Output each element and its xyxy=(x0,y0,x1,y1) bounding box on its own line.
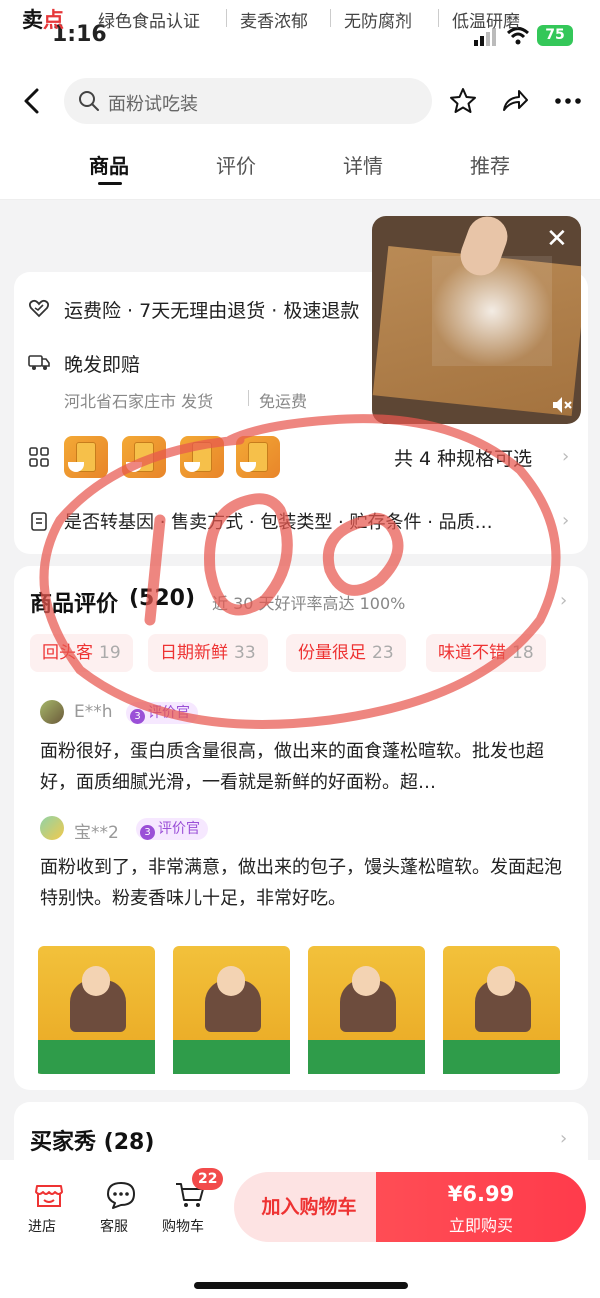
battery-indicator: 75 xyxy=(537,25,573,46)
clipboard-icon xyxy=(31,512,47,531)
reviews-count[interactable]: (520) xyxy=(129,586,195,611)
review-photo[interactable] xyxy=(30,940,163,1074)
ship-from-location: 河北省石家庄市 发货 xyxy=(64,392,214,411)
search-query: 面粉试吃装 xyxy=(108,94,198,115)
selling-point-item: 无防腐剂 xyxy=(344,12,412,32)
badge-level: 3 xyxy=(140,825,155,840)
selling-points-title: 卖点 xyxy=(22,4,64,34)
review-tag-label: 日期新鲜 xyxy=(160,643,228,663)
tab-products[interactable]: 商品 xyxy=(69,150,149,179)
review-tag-label: 回头客 xyxy=(42,643,93,663)
reviews-title[interactable]: 商品评价 xyxy=(30,586,118,618)
spec-options-count[interactable]: 共 4 种规格可选 xyxy=(394,444,532,471)
review-text[interactable]: 面粉收到了，非常满意，做出来的包子，馒头蓬松暄软。发面起泡特别快。粉麦香味儿十足… xyxy=(40,852,566,914)
video-frame-flour xyxy=(432,256,552,366)
review-photo[interactable] xyxy=(435,940,568,1074)
divider xyxy=(330,9,331,27)
store-button[interactable]: 进店 xyxy=(12,1180,72,1235)
chevron-right-icon[interactable]: › xyxy=(560,590,567,611)
tab-reviews[interactable]: 评价 xyxy=(196,150,276,179)
close-video-icon[interactable]: ✕ xyxy=(546,224,568,254)
spec-thumbnail[interactable] xyxy=(236,436,280,478)
cart-label: 购物车 xyxy=(162,1219,204,1235)
reviewer-name: E**h xyxy=(74,702,113,722)
review-tag[interactable]: 味道不错 18 xyxy=(426,634,546,672)
store-icon xyxy=(35,1185,63,1207)
late-delivery-compensation[interactable]: 晚发即赔 xyxy=(64,350,140,377)
badge-label: 评价官 xyxy=(158,821,200,837)
delivery-truck-icon xyxy=(28,355,50,370)
review-tag[interactable]: 回头客 19 xyxy=(30,634,133,672)
search-bar[interactable]: 面粉试吃装 xyxy=(64,78,432,124)
product-header: 面粉试吃装 商品 评价 详情 推荐 xyxy=(0,72,600,200)
favorite-star-icon[interactable] xyxy=(448,86,478,116)
review-tag-count: 23 xyxy=(372,643,394,663)
customer-service-button[interactable]: 客服 xyxy=(84,1180,144,1235)
review-tag[interactable]: 日期新鲜 33 xyxy=(148,634,268,672)
free-shipping-label: 免运费 xyxy=(259,392,308,411)
bottom-action-bar: 进店 客服 购物车 22 加入购物车 ¥6.99 立即购买 xyxy=(0,1160,600,1298)
divider xyxy=(248,390,249,406)
review-photo[interactable] xyxy=(165,940,298,1074)
divider xyxy=(226,9,227,27)
selling-point-item: 低温研磨 xyxy=(452,12,520,32)
muted-speaker-icon[interactable] xyxy=(550,394,572,416)
grid-options-icon xyxy=(29,447,49,467)
home-indicator xyxy=(194,1282,408,1289)
store-label: 进店 xyxy=(28,1219,56,1235)
reviewer-badge: 3 评价官 xyxy=(126,702,198,724)
buy-price: ¥6.99 xyxy=(447,1182,515,1206)
selling-point-item: 绿色食品认证 xyxy=(98,12,200,32)
search-icon xyxy=(79,91,99,111)
avatar[interactable] xyxy=(40,700,64,724)
product-attributes[interactable]: 是否转基因 · 售卖方式 · 包装类型 · 贮存条件 · 品质… xyxy=(64,508,493,534)
selling-points-title-part2: 点 xyxy=(43,8,64,32)
active-tab-indicator xyxy=(98,182,122,185)
review-tag-count: 33 xyxy=(234,643,256,663)
review-text[interactable]: 面粉很好，蛋白质含量很高，做出来的面食蓬松暄软。批发也超好，面质细腻光滑，一看就… xyxy=(40,736,566,798)
more-options-icon[interactable] xyxy=(553,86,583,116)
reviewer-badge: 3 评价官 xyxy=(136,818,208,840)
floating-video-player[interactable]: ✕ xyxy=(372,216,581,424)
badge-level: 3 xyxy=(130,709,145,724)
chevron-right-icon: › xyxy=(562,446,570,467)
review-photo[interactable] xyxy=(300,940,433,1074)
review-tag-count: 19 xyxy=(99,643,121,663)
selling-point-item: 麦香浓郁 xyxy=(240,12,308,32)
chevron-right-icon: › xyxy=(560,1128,568,1149)
selling-points-title-part1: 卖 xyxy=(22,8,43,32)
cart-count-badge: 22 xyxy=(192,1168,224,1190)
back-arrow-icon[interactable] xyxy=(18,86,48,116)
spec-thumbnail[interactable] xyxy=(64,436,108,478)
review-tag-label: 份量很足 xyxy=(298,643,366,663)
buyer-show-title[interactable]: 买家秀 (28) xyxy=(30,1124,154,1156)
review-tag[interactable]: 份量很足 23 xyxy=(286,634,406,672)
tab-details[interactable]: 详情 xyxy=(323,150,403,179)
divider xyxy=(438,9,439,27)
reviewer-name: 宝**2 xyxy=(74,823,119,843)
return-policy-text[interactable]: 运费险 · 7天无理由退货 · 极速退款 xyxy=(64,296,359,323)
spec-thumbnail[interactable] xyxy=(180,436,224,478)
share-icon[interactable] xyxy=(500,86,530,116)
chat-icon xyxy=(107,1182,135,1209)
buy-now-button[interactable]: ¥6.99 立即购买 xyxy=(376,1172,586,1242)
service-label: 客服 xyxy=(100,1219,128,1235)
tab-recommendations[interactable]: 推荐 xyxy=(450,150,530,179)
chevron-right-icon: › xyxy=(562,510,570,531)
review-tag-label: 味道不错 xyxy=(438,643,506,663)
reviews-card: 商品评价 (520) 近 30 天好评率高达 100% › 回头客 19 日期新鲜… xyxy=(14,566,588,1090)
add-to-cart-button[interactable]: 加入购物车 xyxy=(234,1172,384,1242)
spec-thumbnail[interactable] xyxy=(122,436,166,478)
positive-rate-text: 近 30 天好评率高达 100% xyxy=(212,594,406,613)
buy-now-label: 立即购买 xyxy=(448,1216,513,1235)
header-divider xyxy=(0,199,600,200)
shield-heart-icon xyxy=(28,299,50,318)
badge-label: 评价官 xyxy=(148,705,190,721)
avatar[interactable] xyxy=(40,816,64,840)
review-tag-count: 18 xyxy=(512,643,534,663)
